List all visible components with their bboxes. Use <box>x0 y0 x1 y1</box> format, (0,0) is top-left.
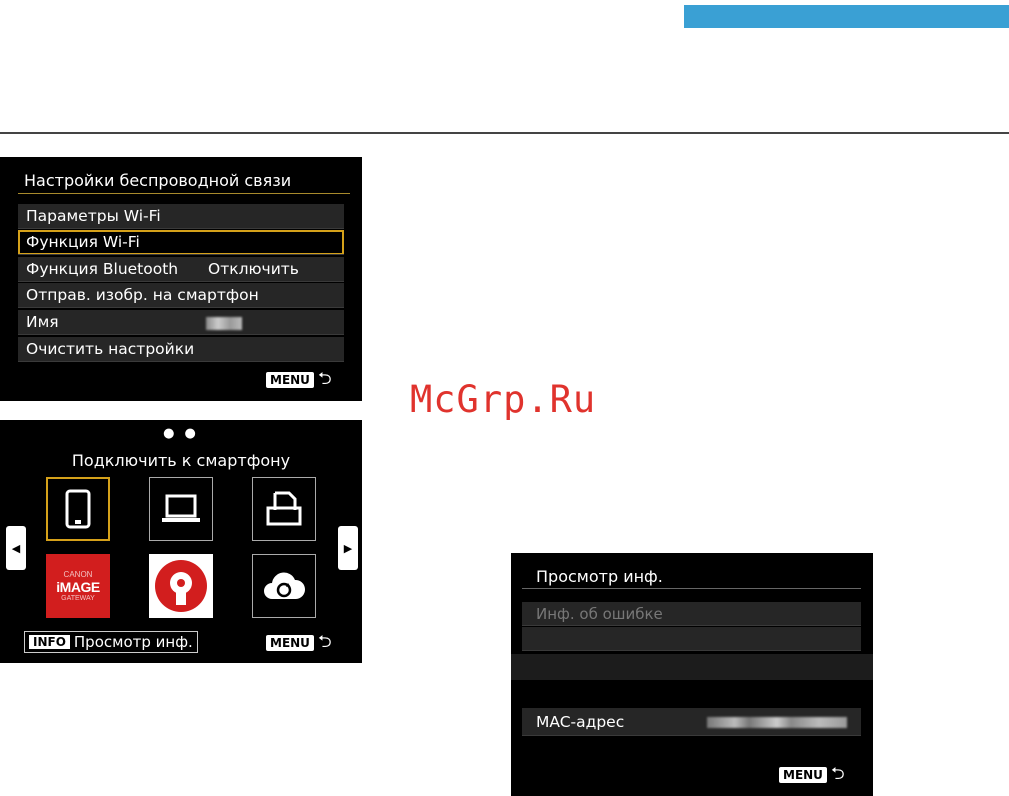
screen-title: Просмотр инф. <box>536 567 663 586</box>
next-page-button[interactable]: ▶ <box>338 526 358 570</box>
tile-canon-image-gateway[interactable]: CANON iMAGE GATEWAY <box>46 554 110 618</box>
screen-title: Подключить к смартфону <box>71 451 291 470</box>
menu-item-wifi-function[interactable]: Функция Wi-Fi <box>18 230 344 255</box>
connect-smartphone-screen: ● ● Подключить к смартфону ◀ ▶ CANON iMA… <box>0 420 362 663</box>
obscured-mac-value <box>707 717 847 728</box>
back-arrow-icon: ⮌ <box>317 632 332 652</box>
info-view-screen: Просмотр инф. Инф. об ошибке MAC-адрес M… <box>511 553 873 796</box>
back-arrow-icon: ⮌ <box>830 764 845 784</box>
menu-key-label: MENU <box>779 766 827 783</box>
error-info-item: Инф. об ошибке <box>522 602 861 626</box>
gateway-sub-text: GATEWAY <box>61 595 95 602</box>
menu-item-label: Очистить настройки <box>26 340 195 358</box>
menu-item-label: Имя <box>26 313 59 331</box>
tile-connect-app[interactable] <box>149 554 213 618</box>
wireless-settings-screen: Настройки беспроводной связи Параметры W… <box>0 157 362 401</box>
title-underline <box>522 588 861 589</box>
gateway-brand-text: CANON <box>63 570 93 579</box>
obscured-name-value <box>206 317 242 330</box>
menu-key-label: MENU <box>266 634 314 651</box>
gateway-main-text: iMAGE <box>56 579 100 595</box>
watermark-text: McGrp.Ru <box>410 378 597 421</box>
tile-printer[interactable] <box>252 477 316 541</box>
menu-item-name[interactable]: Имя <box>18 310 344 335</box>
printer-icon <box>266 491 302 526</box>
menu-item-label: Отправ. изобр. на смартфон <box>26 286 259 304</box>
empty-band <box>511 654 873 680</box>
menu-key-label: MENU <box>266 371 314 388</box>
menu-item-wifi-params[interactable]: Параметры Wi-Fi <box>18 204 344 229</box>
arrow-right-icon: ▶ <box>343 541 353 555</box>
laptop-icon <box>162 494 200 522</box>
tile-smartphone[interactable] <box>46 477 110 541</box>
menu-back-button[interactable]: MENU ⮌ <box>779 766 845 783</box>
info-key-label: INFO <box>29 635 70 649</box>
info-button-label: Просмотр инф. <box>73 633 193 651</box>
prev-page-button[interactable]: ◀ <box>6 526 26 570</box>
menu-item-value: Отключить <box>208 260 299 278</box>
connect-app-icon <box>155 560 207 612</box>
menu-back-button[interactable]: MENU ⮌ <box>266 371 332 388</box>
cloud-sync-icon <box>264 572 306 599</box>
menu-item-label: Функция Bluetooth <box>26 260 179 278</box>
tile-computer[interactable] <box>149 477 213 541</box>
info-view-button[interactable]: INFO Просмотр инф. <box>24 631 198 653</box>
menu-item-label: Параметры Wi-Fi <box>26 207 161 225</box>
tile-cloud[interactable] <box>252 554 316 618</box>
mac-address-label: MAC-адрес <box>536 713 625 731</box>
menu-item-clear-settings[interactable]: Очистить настройки <box>18 337 344 362</box>
section-divider <box>0 132 1009 134</box>
screen-title: Настройки беспроводной связи <box>24 171 292 190</box>
arrow-left-icon: ◀ <box>11 541 21 555</box>
menu-back-button[interactable]: MENU ⮌ <box>266 634 332 651</box>
page-indicator: ● ● <box>163 426 199 441</box>
title-underline <box>18 193 350 194</box>
menu-item-label: Функция Wi-Fi <box>26 233 140 251</box>
menu-item-bluetooth[interactable]: Функция Bluetooth Отключить <box>18 257 344 282</box>
menu-item-send-to-smartphone[interactable]: Отправ. изобр. на смартфон <box>18 283 344 308</box>
mac-address-row: MAC-адрес <box>522 708 861 736</box>
header-accent-bar <box>684 5 1009 28</box>
empty-row <box>522 627 861 651</box>
smartphone-icon <box>65 489 91 529</box>
back-arrow-icon: ⮌ <box>317 369 332 389</box>
